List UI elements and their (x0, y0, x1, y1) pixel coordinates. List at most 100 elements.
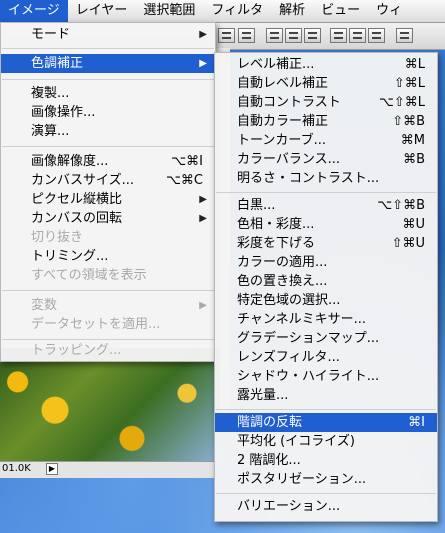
menu-view[interactable]: ビュー (313, 0, 368, 22)
shortcut-label: ⌘L (404, 57, 425, 72)
menu-filter[interactable]: フィルタ (203, 0, 271, 22)
shortcut-label: ⇧⌘U (391, 236, 425, 251)
menu-item-hue-saturation[interactable]: 色相・彩度... ⌘U (215, 215, 437, 234)
menu-separator (2, 290, 214, 291)
menu-item-photo-filter[interactable]: レンズフィルタ... (215, 348, 437, 367)
menu-item-black-white[interactable]: 白黒... ⌥⇧⌘B (215, 196, 437, 215)
shortcut-label: ⌘B (403, 152, 425, 167)
menu-separator (216, 192, 436, 193)
menu-item-trap: トラッピング... (1, 341, 215, 360)
menu-item-invert[interactable]: 階調の反転 ⌘I (215, 413, 437, 432)
menu-item-label: 色の置き換え... (237, 274, 328, 289)
menu-item-rotate-canvas[interactable]: カンバスの回転 ▶ (1, 209, 215, 228)
menu-item-label: 色相・彩度... (237, 217, 315, 232)
menu-item-label: 彩度を下げる (237, 236, 316, 251)
menu-item-pixel-aspect[interactable]: ピクセル縦横比 ▶ (1, 190, 215, 209)
menu-item-color-balance[interactable]: カラーバランス... ⌘B (215, 150, 437, 169)
menu-item-crop: 切り抜き (1, 228, 215, 247)
menu-image[interactable]: イメージ (0, 0, 68, 22)
menu-item-gradient-map[interactable]: グラデーションマップ... (215, 329, 437, 348)
menu-item-auto-color[interactable]: 自動カラー補正 ⇧⌘B (215, 112, 437, 131)
menu-analysis[interactable]: 解析 (271, 0, 313, 22)
menu-separator (2, 339, 214, 340)
menu-item-duplicate[interactable]: 複製... (1, 84, 215, 103)
shortcut-label: ⌥⌘I (171, 154, 203, 169)
image-menu: モード ▶ 色調補正 ▶ 複製... 画像操作... 演算... 画像解像度..… (0, 22, 216, 362)
menu-item-levels[interactable]: レベル補正... ⌘L (215, 55, 437, 74)
menu-item-label: カラーバランス... (237, 152, 341, 167)
menu-item-label: グラデーションマップ... (237, 331, 380, 346)
menu-item-label: シャドウ・ハイライト... (237, 369, 380, 384)
menu-item-exposure[interactable]: 露光量... (215, 386, 437, 405)
menu-item-brightness-contrast[interactable]: 明るさ・コントラスト... (215, 169, 437, 188)
menu-item-variations[interactable]: バリエーション... (215, 497, 437, 516)
menu-select[interactable]: 選択範囲 (135, 0, 203, 22)
menu-separator (2, 146, 214, 147)
menu-item-shadow-highlight[interactable]: シャドウ・ハイライト... (215, 367, 437, 386)
distribute-icon[interactable] (285, 28, 302, 43)
menu-item-label: ピクセル縦横比 (31, 192, 123, 207)
menu-item-label: レベル補正... (237, 57, 315, 72)
menu-item-equalize[interactable]: 平均化 (イコライズ) (215, 432, 437, 451)
distribute-icon[interactable] (349, 28, 366, 43)
shortcut-label: ⌘I (408, 415, 425, 430)
menu-item-replace-color[interactable]: 色の置き換え... (215, 272, 437, 291)
menu-item-label: 特定色域の選択... (237, 293, 341, 308)
distribute-icon[interactable] (330, 28, 347, 43)
menu-item-label: 2 階調化... (237, 453, 301, 468)
submenu-arrow-icon: ▶ (199, 194, 207, 205)
distribute-icon[interactable] (266, 28, 283, 43)
menu-item-label: 演算... (31, 124, 70, 139)
menu-item-label: 画像操作... (31, 105, 96, 120)
menu-item-label: データセットを適用... (31, 317, 161, 332)
menu-item-match-color[interactable]: カラーの適用... (215, 253, 437, 272)
menu-window[interactable]: ウィ (368, 0, 410, 22)
menu-item-label: 変数 (31, 298, 58, 313)
menu-item-auto-contrast[interactable]: 自動コントラスト ⌥⇧⌘L (215, 93, 437, 112)
menu-item-label: 自動コントラスト (237, 95, 341, 110)
align-icon[interactable] (238, 28, 255, 43)
menu-item-label: ポスタリゼーション... (237, 472, 367, 487)
shortcut-label: ⌘U (402, 217, 425, 232)
menu-item-threshold[interactable]: 2 階調化... (215, 451, 437, 470)
auto-align-icon[interactable] (396, 28, 413, 43)
menu-item-image-size[interactable]: 画像解像度... ⌥⌘I (1, 152, 215, 171)
menu-item-label: カンバスの回転 (31, 211, 123, 226)
menu-item-label: 露光量... (237, 388, 289, 403)
shortcut-label: ⇧⌘L (393, 76, 425, 91)
submenu-arrow-icon: ▶ (199, 300, 207, 311)
menu-item-label: カラーの適用... (237, 255, 328, 270)
menu-item-label: カンバスサイズ... (31, 173, 135, 188)
menu-item-label: 白黒... (237, 198, 276, 213)
adjustments-submenu: レベル補正... ⌘L 自動レベル補正 ⇧⌘L 自動コントラスト ⌥⇧⌘L 自動… (214, 52, 438, 522)
menu-item-label: 自動カラー補正 (237, 114, 329, 129)
status-arrow-icon[interactable]: ▶ (46, 463, 58, 475)
menu-item-desaturate[interactable]: 彩度を下げる ⇧⌘U (215, 234, 437, 253)
shortcut-label: ⇧⌘B (392, 114, 425, 129)
document-status-bar: 01.0K ▶ (0, 461, 214, 478)
menu-item-label: 明るさ・コントラスト... (237, 171, 380, 186)
distribute-icon[interactable] (304, 28, 321, 43)
sunflower-photo (0, 348, 220, 461)
menu-item-auto-levels[interactable]: 自動レベル補正 ⇧⌘L (215, 74, 437, 93)
menu-item-label: 切り抜き (31, 230, 84, 245)
menu-item-label: 複製... (31, 86, 70, 101)
distribute-icon[interactable] (368, 28, 385, 43)
submenu-arrow-icon: ▶ (199, 58, 207, 69)
menu-item-posterize[interactable]: ポスタリゼーション... (215, 470, 437, 489)
menu-item-calculations[interactable]: 演算... (1, 122, 215, 141)
menu-item-curves[interactable]: トーンカーブ... ⌘M (215, 131, 437, 150)
menu-item-label: チャンネルミキサー... (237, 312, 367, 327)
menu-item-reveal-all: すべての領域を表示 (1, 266, 215, 285)
menu-item-adjustments[interactable]: 色調補正 ▶ (1, 54, 215, 73)
align-icon[interactable] (218, 28, 235, 43)
menu-separator (216, 409, 436, 410)
menu-item-canvas-size[interactable]: カンバスサイズ... ⌥⌘C (1, 171, 215, 190)
menu-item-apply-image[interactable]: 画像操作... (1, 103, 215, 122)
menu-item-channel-mixer[interactable]: チャンネルミキサー... (215, 310, 437, 329)
menu-item-trim[interactable]: トリミング... (1, 247, 215, 266)
menu-item-selective-color[interactable]: 特定色域の選択... (215, 291, 437, 310)
shortcut-label: ⌥⇧⌘B (377, 198, 425, 213)
menu-item-mode[interactable]: モード ▶ (1, 25, 215, 44)
menu-layer[interactable]: レイヤー (68, 0, 136, 22)
